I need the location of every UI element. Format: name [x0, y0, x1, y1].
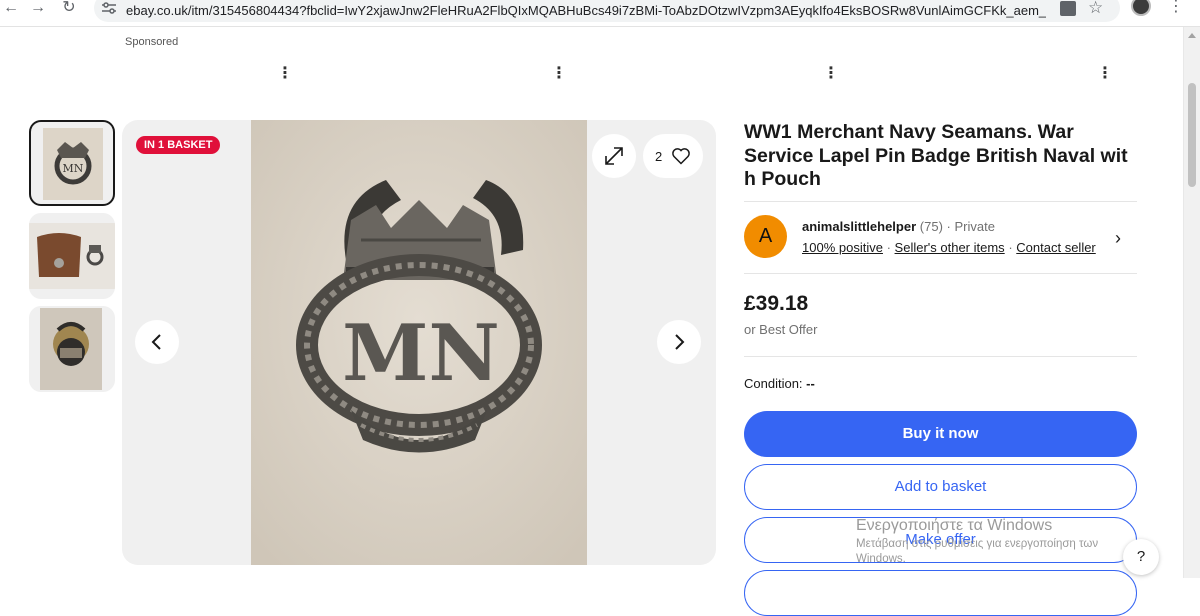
chevron-right-icon — [675, 334, 685, 350]
seller-name[interactable]: animalslittlehelper — [802, 219, 916, 234]
divider — [744, 356, 1137, 357]
watermark-subtitle: Μετάβαση στις ρυθμίσεις για ενεργοποίηση… — [856, 538, 1099, 550]
pouch-thumbnail-image — [29, 223, 115, 289]
buy-it-now-button[interactable]: Buy it now — [744, 411, 1137, 457]
bookmark-star-icon[interactable]: ☆ — [1088, 0, 1103, 18]
price: £39.18 — [744, 292, 809, 315]
watermark-title: Ενεργοποιήστε τα Windows — [856, 517, 1053, 534]
seller-feedback-count: (75) — [919, 219, 943, 234]
windows-activation-watermark: Ενεργοποιήστε τα Windows Μετάβαση στις ρ… — [856, 517, 1098, 565]
seller-type: · Private — [946, 219, 995, 234]
condition-label: Condition: — [744, 376, 803, 391]
seller-links: 100% positive · Seller's other items · C… — [802, 240, 1096, 255]
positive-feedback-link[interactable]: 100% positive — [802, 240, 883, 255]
profile-avatar-icon[interactable] — [1131, 0, 1151, 16]
expand-icon — [605, 147, 623, 165]
condition-row: Condition: -- — [744, 376, 815, 391]
sponsored-label: Sponsored — [125, 36, 179, 48]
browser-toolbar: ← → ↻ ebay.co.uk/itm/315456804434?fbclid… — [0, 0, 1200, 27]
reload-icon[interactable]: ↻ — [60, 0, 78, 18]
merchant-navy-badge-image: MN — [251, 120, 587, 565]
url-text[interactable]: ebay.co.uk/itm/315456804434?fbclid=IwY2x… — [126, 3, 1046, 18]
seller-avatar[interactable]: A — [744, 215, 787, 258]
contact-seller-link[interactable]: Contact seller — [1016, 240, 1095, 255]
svg-text:MN: MN — [342, 308, 500, 399]
ad-menu-icon[interactable]: ⋮ — [277, 63, 293, 83]
sellers-other-items-link[interactable]: Seller's other items — [895, 240, 1005, 255]
add-to-watchlist-button[interactable] — [744, 570, 1137, 616]
watch-button[interactable]: 2 — [643, 134, 703, 178]
badge-thumbnail-image: MN — [43, 128, 103, 200]
separator: · — [886, 240, 891, 255]
back-arrow-icon[interactable]: ← — [2, 0, 20, 18]
previous-image-button[interactable] — [135, 320, 179, 364]
divider — [744, 273, 1137, 274]
best-offer-note: or Best Offer — [744, 322, 818, 337]
badge-back-thumbnail-image — [40, 308, 102, 390]
svg-text:MN: MN — [63, 162, 84, 175]
listing-title: WW1 Merchant Navy Seamans. War Service L… — [744, 121, 1128, 190]
separator: · — [1008, 240, 1013, 255]
thumbnail-2[interactable] — [29, 213, 115, 299]
watermark-subtitle-2: Windows. — [856, 553, 906, 565]
divider — [744, 201, 1137, 202]
site-info-icon[interactable] — [102, 2, 116, 14]
seller-info: animalslittlehelper (75) · Private — [802, 219, 995, 234]
ad-menu-icon[interactable]: ⋮ — [551, 63, 567, 83]
main-product-photo[interactable]: MN — [251, 120, 587, 565]
help-button[interactable]: ? — [1123, 539, 1159, 575]
ad-menu-icon[interactable]: ⋮ — [1097, 63, 1113, 83]
main-image-gallery[interactable]: MN IN 1 BASKET 2 — [122, 120, 716, 565]
address-bar[interactable]: ebay.co.uk/itm/315456804434?fbclid=IwY2x… — [94, 0, 1120, 22]
condition-value: -- — [806, 376, 815, 391]
watch-count: 2 — [655, 149, 663, 164]
in-basket-badge: IN 1 BASKET — [136, 136, 221, 154]
expand-button[interactable] — [592, 134, 636, 178]
page-scrollbar[interactable] — [1183, 27, 1200, 578]
chevron-left-icon — [151, 334, 161, 350]
thumbnail-1[interactable]: MN — [29, 120, 115, 206]
next-image-button[interactable] — [657, 320, 701, 364]
translate-icon[interactable] — [1060, 1, 1076, 16]
scroll-up-arrow-icon[interactable] — [1188, 33, 1196, 38]
browser-menu-icon[interactable]: ⋮ — [1168, 0, 1184, 16]
forward-arrow-icon[interactable]: → — [29, 0, 47, 18]
add-to-basket-button[interactable]: Add to basket — [744, 464, 1137, 510]
seller-chevron-right-icon[interactable]: › — [1115, 228, 1121, 249]
ad-menu-icon[interactable]: ⋮ — [823, 63, 839, 83]
heart-icon — [672, 148, 690, 165]
thumbnail-3[interactable] — [29, 306, 115, 392]
scroll-thumb[interactable] — [1188, 83, 1196, 187]
